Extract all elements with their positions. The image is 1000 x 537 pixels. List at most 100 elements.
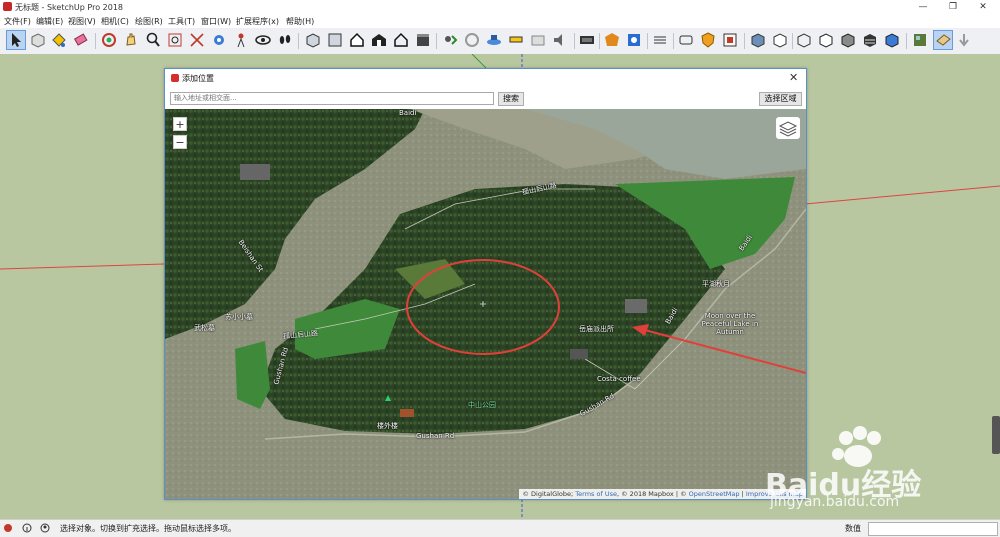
walk-icon[interactable]	[254, 31, 272, 49]
minimize-button[interactable]: —	[908, 0, 938, 15]
search-button[interactable]: 搜索	[498, 92, 524, 106]
map-layers-button[interactable]	[776, 117, 800, 139]
terms-of-use-link[interactable]: Terms of Use	[575, 490, 617, 498]
dialog-close-button[interactable]: ✕	[789, 71, 798, 84]
map-label-baidi: Baidi	[399, 109, 417, 117]
address-search-input[interactable]	[170, 92, 494, 105]
openstreetmap-link[interactable]: OpenStreetMap	[689, 490, 740, 498]
info-icon[interactable]	[22, 523, 32, 533]
toolbar-separator	[599, 33, 600, 49]
red-axis-line-left	[0, 263, 165, 270]
hidden-line-icon[interactable]	[817, 31, 835, 49]
select-region-button[interactable]: 选择区域	[759, 92, 802, 106]
sandbox-from-contours-icon[interactable]	[911, 31, 929, 49]
shaded-icon[interactable]	[839, 31, 857, 49]
menu-window[interactable]: 窗口(W)	[201, 16, 231, 27]
map-label-moon-lake: Moon over the Peaceful Lake in Autumn	[701, 312, 759, 336]
position-camera-icon[interactable]	[210, 31, 228, 49]
back-view-icon[interactable]	[392, 31, 410, 49]
map-zoom-in-button[interactable]: +	[173, 117, 187, 131]
dynamic-components-icon[interactable]	[651, 31, 669, 49]
front-view-icon[interactable]	[348, 31, 366, 49]
building-roof	[625, 299, 647, 313]
wireframe-icon[interactable]	[795, 31, 813, 49]
eraser-icon[interactable]	[72, 31, 90, 49]
sandbox-from-scratch-icon[interactable]	[933, 30, 953, 50]
menu-tools[interactable]: 工具(T)	[168, 16, 195, 27]
window-title: 无标题 - SketchUp Pro 2018	[15, 3, 123, 12]
zoom-icon[interactable]	[144, 31, 162, 49]
toolbar-separator	[95, 33, 96, 49]
maximize-button[interactable]: ❐	[938, 0, 968, 15]
orbit-icon[interactable]	[100, 31, 118, 49]
toolbar-separator	[744, 33, 745, 49]
photo-texture-icon[interactable]	[485, 31, 503, 49]
preview-in-google-earth-icon[interactable]	[507, 31, 525, 49]
shaded-textures-icon[interactable]	[861, 31, 879, 49]
map-label-suxiaoxiao-tomb: 苏小小墓	[225, 313, 253, 321]
baidu-watermark: Baidu经验 jingyan.baidu.com	[760, 426, 960, 521]
toolbar-separator	[906, 33, 907, 49]
toolbar-separator	[436, 33, 437, 49]
toggle-terrain-icon[interactable]	[463, 31, 481, 49]
tray-handle[interactable]	[992, 416, 1000, 454]
menu-draw[interactable]: 绘图(R)	[135, 16, 163, 27]
warehouse-shield-icon[interactable]	[699, 31, 717, 49]
map-label-zhongshan-park: 中山公园	[468, 401, 496, 409]
menu-help[interactable]: 帮助(H)	[286, 16, 314, 27]
top-view-icon[interactable]	[326, 31, 344, 49]
toolbar-separator	[574, 33, 575, 49]
zoom-window-icon[interactable]	[166, 31, 184, 49]
trimble-connect-icon[interactable]	[721, 31, 739, 49]
share-model-icon[interactable]	[551, 31, 569, 49]
monochrome-icon[interactable]	[883, 31, 901, 49]
paint-bucket-icon[interactable]	[50, 31, 68, 49]
xray-icon[interactable]	[749, 31, 767, 49]
sketchup-logo-icon	[3, 2, 12, 11]
watermark-url: jingyan.baidu.com	[770, 494, 900, 510]
layout-icon[interactable]	[603, 31, 621, 49]
extension-warehouse-icon[interactable]	[578, 31, 596, 49]
select-arrow-icon[interactable]	[6, 30, 26, 50]
sketchup-logo-icon	[171, 74, 179, 82]
menu-edit[interactable]: 编辑(E)	[36, 16, 63, 27]
component-icon[interactable]	[29, 31, 47, 49]
interact-icon[interactable]	[677, 31, 695, 49]
menu-file[interactable]: 文件(F)	[4, 16, 31, 27]
pan-icon[interactable]	[122, 31, 140, 49]
status-message: 选择对象。切换到扩充选择。拖动鼠标选择多项。	[60, 524, 236, 533]
style-builder-icon[interactable]	[625, 31, 643, 49]
back-edges-icon[interactable]	[771, 31, 789, 49]
menu-extensions[interactable]: 扩展程序(x)	[236, 16, 279, 27]
toolbar-separator	[298, 33, 299, 49]
map-label-costa-coffee: Costa coffee	[597, 375, 641, 383]
map-label-louwailou: 楼外楼	[377, 422, 398, 430]
menu-view[interactable]: 视图(V)	[68, 16, 96, 27]
red-axis-line-right	[804, 185, 1000, 205]
dialog-title: 添加位置	[182, 74, 214, 83]
close-button[interactable]: ✕	[968, 0, 998, 15]
add-location-icon[interactable]	[441, 31, 459, 49]
right-view-icon[interactable]	[370, 31, 388, 49]
get-models-icon[interactable]	[529, 31, 547, 49]
zoom-extents-icon[interactable]	[188, 31, 206, 49]
smoove-icon[interactable]	[955, 31, 973, 49]
satellite-map[interactable]: + − Beishan St Gushan Rd Gushan Rd Gusha…	[165, 109, 806, 499]
building-roof	[400, 409, 414, 417]
user-icon[interactable]	[40, 523, 50, 533]
measurements-input[interactable]	[868, 522, 998, 536]
map-label-gushan-rd: Gushan Rd	[416, 432, 455, 440]
map-label-wusong-tomb: 武松墓	[194, 324, 215, 332]
geo-location-icon[interactable]	[3, 523, 13, 533]
map-label-police-station: 岳庙派出所	[579, 325, 614, 333]
attribution-middle: , © 2018 Mapbox | ©	[616, 490, 689, 498]
menu-camera[interactable]: 相机(C)	[101, 16, 129, 27]
map-zoom-out-button[interactable]: −	[173, 135, 187, 149]
toolbar-separator	[647, 33, 648, 49]
footprints-icon[interactable]	[276, 31, 294, 49]
left-view-icon[interactable]	[414, 31, 432, 49]
look-around-icon[interactable]	[232, 31, 250, 49]
iso-view-icon[interactable]	[304, 31, 322, 49]
menu-bar: 文件(F) 编辑(E) 视图(V) 相机(C) 绘图(R) 工具(T) 窗口(W…	[0, 15, 1000, 28]
building-roof	[570, 349, 588, 359]
